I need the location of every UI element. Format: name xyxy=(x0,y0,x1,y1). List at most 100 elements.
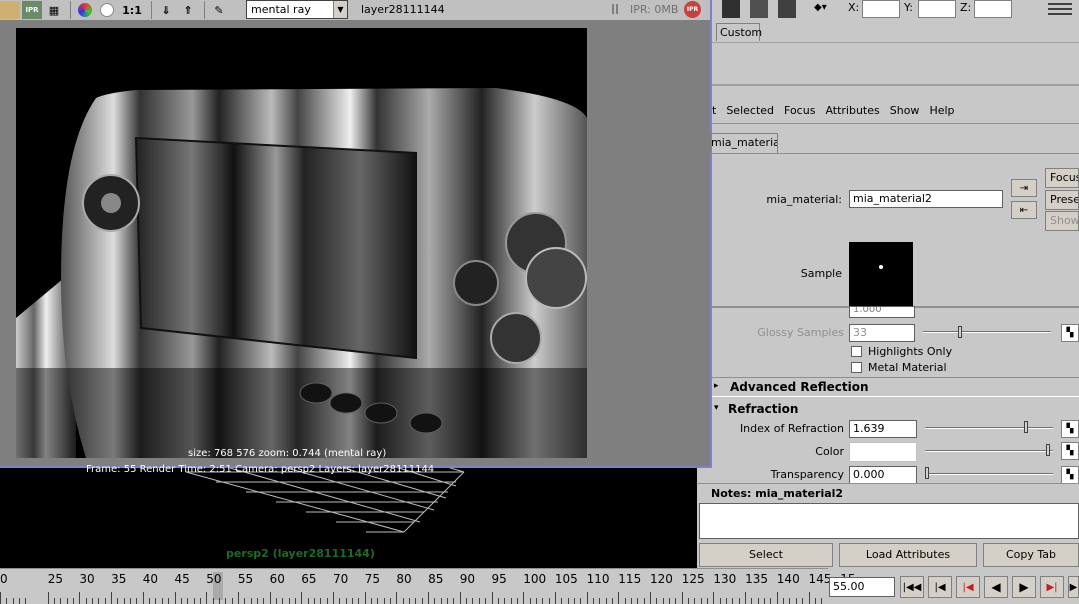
timeline-tick xyxy=(738,598,740,604)
timeline-tick xyxy=(453,598,455,604)
advanced-reflection-frame[interactable]: ▸ Advanced Reflection xyxy=(712,377,1079,397)
color-thumb[interactable] xyxy=(1046,444,1050,456)
timeline-tick xyxy=(599,598,601,604)
timeline-tick-label: 140 xyxy=(776,572,800,586)
z-field[interactable] xyxy=(974,0,1012,18)
transparency-label: Transparency xyxy=(770,468,844,481)
list-icon[interactable] xyxy=(1048,0,1072,16)
glossy-samples-slider[interactable] xyxy=(923,331,1051,333)
notes-field[interactable] xyxy=(699,503,1079,539)
timeline-tick xyxy=(478,598,480,604)
timeline-tick-label: 40 xyxy=(142,572,159,586)
toolbar-separator xyxy=(204,1,205,19)
select-button[interactable]: Select xyxy=(699,543,833,567)
ipr-render-icon[interactable]: IPR xyxy=(22,1,42,19)
real-size-button[interactable]: 1:1 xyxy=(119,1,145,19)
x-field[interactable] xyxy=(862,0,900,18)
timeline-tick xyxy=(85,598,87,604)
copy-tab-button[interactable]: Copy Tab xyxy=(983,543,1079,567)
render-settings-clapper-icon[interactable] xyxy=(778,0,796,18)
renderer-dropdown[interactable]: mental ray ▼ xyxy=(246,0,348,19)
y-field[interactable] xyxy=(918,0,956,18)
timeline-tick xyxy=(225,598,227,604)
tab-mia-material2[interactable]: mia_material2 xyxy=(710,133,778,153)
color-slider[interactable] xyxy=(925,450,1053,452)
transparency-thumb[interactable] xyxy=(925,467,929,479)
render-settings-icon[interactable]: ✎ xyxy=(209,1,229,19)
show-button[interactable]: Show xyxy=(1045,211,1079,231)
timeline-tick xyxy=(25,598,27,604)
timeline-tick xyxy=(592,598,594,604)
timeline-tick xyxy=(180,598,182,604)
menu-focus[interactable]: Focus xyxy=(784,104,815,117)
pause-icon[interactable] xyxy=(612,3,620,15)
ae-scrollbar[interactable] xyxy=(1066,305,1079,483)
highlights-only-checkbox[interactable] xyxy=(851,346,862,357)
timeline-tick xyxy=(256,598,258,604)
current-frame-marker[interactable] xyxy=(213,572,223,600)
go-to-start-icon[interactable]: |◀◀ xyxy=(900,576,924,598)
ipr-button[interactable]: IPR xyxy=(684,1,701,18)
ior-field[interactable]: 1.639 xyxy=(849,420,917,438)
shelf-tab-custom[interactable]: Custom xyxy=(716,23,762,41)
timeline-tick xyxy=(485,598,487,604)
color-swatch[interactable] xyxy=(849,442,917,462)
transparency-slider[interactable] xyxy=(925,473,1053,475)
menu-show[interactable]: Show xyxy=(890,104,920,117)
keep-image-icon[interactable]: ⇓ xyxy=(156,1,176,19)
color-label: Color xyxy=(815,445,844,458)
timeline-tick xyxy=(516,598,518,604)
timeline-tick-label: 85 xyxy=(428,572,444,586)
clapper-icon[interactable] xyxy=(722,0,740,18)
presets-button[interactable]: Presets xyxy=(1045,190,1079,210)
transparency-field[interactable]: 0.000 xyxy=(849,466,917,483)
menu-help[interactable]: Help xyxy=(929,104,954,117)
divider xyxy=(712,153,1079,154)
notes-label: Notes: mia_material2 xyxy=(711,487,844,500)
color-channels-icon[interactable] xyxy=(75,1,95,19)
time-slider[interactable]: 0 25 30 35 40 45 50 55 60 65 70 75 80 85 90 95 100 105 110… xyxy=(0,568,855,604)
ior-slider[interactable] xyxy=(925,427,1053,429)
metal-material-checkbox[interactable] xyxy=(851,362,862,373)
focus-button[interactable]: Focus xyxy=(1045,168,1079,188)
load-attributes-button[interactable]: Load Attributes xyxy=(839,543,977,567)
timeline-tick-label: 55 xyxy=(237,572,254,586)
timeline-tick xyxy=(529,598,531,604)
timeline-tick xyxy=(650,592,651,604)
z-label: Z: xyxy=(960,1,972,14)
timeline-tick xyxy=(567,598,569,604)
step-forward-frame-icon[interactable]: ▶| xyxy=(1040,576,1064,598)
timeline-tick xyxy=(187,598,189,604)
timeline-tick xyxy=(802,598,804,604)
refraction-frame[interactable]: ▾ Refraction xyxy=(712,400,1079,420)
glossy-samples-field[interactable]: 33 xyxy=(849,324,915,342)
glossiness-partial-field[interactable]: 1.000 xyxy=(849,306,915,318)
menu-attributes[interactable]: Attributes xyxy=(825,104,879,117)
ior-thumb[interactable] xyxy=(1024,421,1028,433)
play-backwards-icon[interactable]: ◀ xyxy=(984,576,1008,598)
step-back-key-icon[interactable]: |◀ xyxy=(928,576,952,598)
timeline-tick xyxy=(73,598,75,604)
play-forwards-icon[interactable]: ▶ xyxy=(1012,576,1036,598)
camera-label: persp2 (layer28111144) xyxy=(226,547,375,560)
material-name-field[interactable]: mia_material2 xyxy=(849,190,1003,208)
current-frame-field[interactable]: 55.00 xyxy=(829,577,895,597)
glossy-samples-thumb[interactable] xyxy=(958,326,962,338)
timeline-tick xyxy=(732,598,734,604)
sample-swatch xyxy=(849,242,913,306)
menu-list[interactable]: t xyxy=(712,104,716,117)
timeline-tick-label: 100 xyxy=(523,572,547,586)
go-to-input-icon[interactable]: ⇥ xyxy=(1011,179,1037,197)
menu-selected[interactable]: Selected xyxy=(726,104,774,117)
step-back-frame-icon[interactable]: |◀ xyxy=(956,576,980,598)
render-canvas[interactable]: size: 768 576 zoom: 0.744 (mental ray) F… xyxy=(0,20,710,475)
step-forward-key-icon[interactable]: ▶ xyxy=(1068,576,1079,598)
alpha-channel-icon[interactable] xyxy=(97,1,117,19)
remove-image-icon[interactable]: ⇑ xyxy=(178,1,198,19)
go-to-output-icon[interactable]: ⇤ xyxy=(1011,201,1037,219)
input-mode-dropdown[interactable]: ◆▾ xyxy=(814,2,827,13)
timeline-tick xyxy=(764,598,766,604)
render-region-icon[interactable] xyxy=(0,1,20,19)
snapshot-icon[interactable]: ▦ xyxy=(44,1,64,19)
ipr-clapper-icon[interactable] xyxy=(750,0,768,18)
